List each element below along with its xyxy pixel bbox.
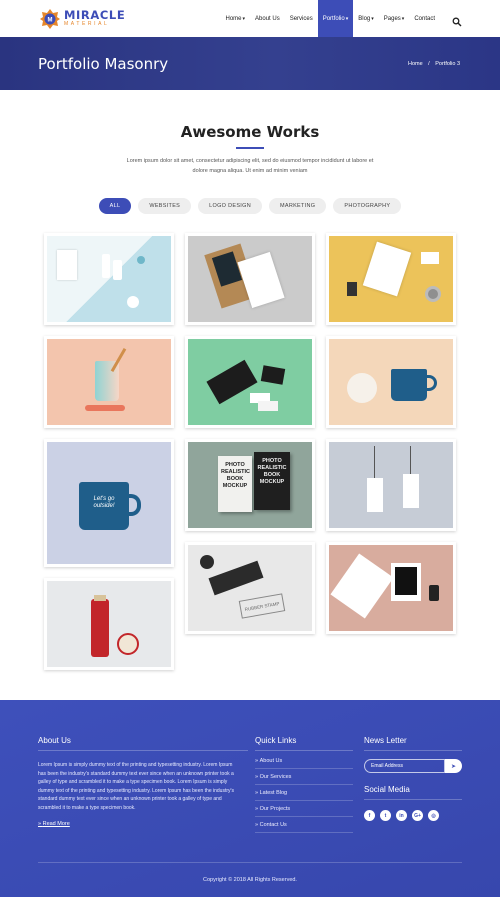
- portfolio-item-stationery-pink[interactable]: [326, 541, 456, 634]
- divider: [38, 750, 248, 751]
- portfolio-image: RUBBER STAMP: [188, 544, 312, 631]
- mug-text: Let's go outside!: [93, 495, 115, 509]
- copyright: Copyright © 2018 All Rights Reserved.: [38, 862, 462, 883]
- quick-link-projects[interactable]: » Our Projects: [255, 801, 353, 817]
- newsletter-form: Email Address ➤: [364, 759, 462, 773]
- divider: [255, 750, 353, 751]
- nav-pages[interactable]: Pages ▾: [379, 0, 410, 37]
- book-text: BOOK: [263, 471, 281, 478]
- book-text: REALISTIC: [221, 468, 251, 475]
- portfolio-item-yellow-stationery[interactable]: [326, 232, 456, 325]
- filter-all[interactable]: ALL: [98, 197, 132, 214]
- main-nav: Home ▾ About Us Services Portfolio ▾ Blog ▾…: [220, 0, 462, 37]
- portfolio-image: [188, 235, 312, 322]
- logo-title: MIRACLE: [64, 7, 126, 22]
- chevron-down-icon: ▾: [242, 15, 246, 22]
- footer-about-text: Lorem Ipsum is simply dummy text of the …: [38, 762, 234, 811]
- filter-marketing[interactable]: MARKETING: [268, 197, 327, 214]
- linkedin-icon[interactable]: in: [396, 810, 407, 821]
- nav-contact[interactable]: Contact: [409, 0, 440, 37]
- book-text: MOCKUP: [222, 482, 248, 489]
- chevron-down-icon: ▾: [371, 15, 374, 22]
- title-underline: [236, 147, 264, 149]
- section-title: Awesome Works: [180, 123, 320, 141]
- social-heading: Social Media: [364, 785, 410, 794]
- section-description: Lorem ipsum dolor sit amet, consectetur …: [126, 157, 374, 174]
- portfolio-item-rubber-stamp[interactable]: RUBBER STAMP: [185, 541, 315, 634]
- logo[interactable]: M MIRACLE MATERIAL: [40, 7, 126, 29]
- read-more-link[interactable]: » Read More: [38, 821, 248, 827]
- svg-text:M: M: [48, 17, 53, 23]
- filter-bar: ALL WEBSITES LOGO DESIGN MARKETING PHOTO…: [0, 197, 500, 214]
- portfolio-image: [47, 338, 171, 425]
- search-icon[interactable]: [452, 14, 462, 26]
- portfolio-image: [329, 441, 453, 528]
- social-links: f t in G+ ◎: [364, 810, 464, 821]
- filter-logo-design[interactable]: LOGO DESIGN: [198, 197, 262, 214]
- page-hero: Portfolio Masonry Home / Portfolio 3: [0, 37, 500, 90]
- page-title: Portfolio Masonry: [38, 54, 169, 73]
- portfolio-image: [47, 235, 171, 322]
- portfolio-item-blue-mug[interactable]: Let's go outside!: [44, 438, 174, 567]
- nav-services[interactable]: Services: [285, 0, 318, 37]
- breadcrumb-current: Portfolio 3: [435, 60, 460, 67]
- logo-icon: M: [40, 8, 60, 29]
- quick-link-services[interactable]: » Our Services: [255, 769, 353, 785]
- breadcrumb-home[interactable]: Home: [408, 61, 423, 67]
- footer-about: About Us Lorem Ipsum is simply dummy tex…: [38, 736, 248, 827]
- portfolio-grid: Let's go outside! PHOTO REALISTIC BOOK M…: [0, 232, 500, 673]
- divider: [364, 799, 462, 800]
- twitter-icon[interactable]: t: [380, 810, 391, 821]
- breadcrumb: Home / Portfolio 3: [406, 61, 462, 67]
- portfolio-image: [47, 580, 171, 667]
- instagram-icon[interactable]: ◎: [428, 810, 439, 821]
- footer-quick-heading: Quick Links: [255, 736, 297, 745]
- logo-subtitle: MATERIAL: [64, 21, 110, 28]
- portfolio-image: PHOTO REALISTIC BOOK MOCKUP PHOTO REALIS…: [188, 441, 312, 528]
- footer-newsletter: News Letter Email Address ➤ Social Media…: [364, 736, 464, 821]
- portfolio-item-mug-tape[interactable]: [326, 335, 456, 428]
- divider: [364, 750, 462, 751]
- portfolio-item-book[interactable]: PHOTO REALISTIC BOOK MOCKUP PHOTO REALIS…: [185, 438, 315, 531]
- footer-quick-links: Quick Links » About Us » Our Services » …: [255, 736, 355, 833]
- quick-link-blog[interactable]: » Latest Blog: [255, 785, 353, 801]
- quick-link-contact[interactable]: » Contact Us: [255, 817, 353, 833]
- book-text: BOOK: [226, 475, 244, 482]
- portfolio-image: [329, 338, 453, 425]
- footer-about-heading: About Us: [38, 736, 71, 745]
- portfolio-item-clipboard[interactable]: [185, 232, 315, 325]
- nav-about-us[interactable]: About Us: [250, 0, 285, 37]
- filter-websites[interactable]: WEBSITES: [138, 197, 192, 214]
- book-text: MOCKUP: [259, 478, 285, 485]
- chevron-down-icon: ▾: [401, 15, 405, 22]
- book-text: PHOTO: [225, 461, 245, 468]
- portfolio-image: [329, 235, 453, 322]
- email-input[interactable]: Email Address: [364, 759, 445, 773]
- google-plus-icon[interactable]: G+: [412, 810, 423, 821]
- quick-link-about-us[interactable]: » About Us: [255, 753, 353, 769]
- portfolio-item-tags[interactable]: [326, 438, 456, 531]
- nav-blog[interactable]: Blog ▾: [353, 0, 379, 37]
- portfolio-item-jar[interactable]: [44, 577, 174, 670]
- nav-portfolio[interactable]: Portfolio ▾: [317, 0, 354, 37]
- portfolio-image: [188, 338, 312, 425]
- facebook-icon[interactable]: f: [364, 810, 375, 821]
- book-text: REALISTIC: [257, 464, 287, 471]
- portfolio-image: [329, 544, 453, 631]
- chevron-down-icon: ▾: [345, 15, 349, 22]
- newsletter-heading: News Letter: [364, 736, 407, 745]
- nav-home[interactable]: Home ▾: [220, 0, 250, 37]
- breadcrumb-separator: /: [428, 60, 430, 67]
- portfolio-item-black-notebook[interactable]: [185, 335, 315, 428]
- site-footer: About Us Lorem Ipsum is simply dummy tex…: [0, 700, 500, 897]
- stamp-text: RUBBER STAMP: [238, 592, 286, 619]
- portfolio-image: Let's go outside!: [47, 441, 171, 564]
- book-text: PHOTO: [262, 457, 282, 464]
- portfolio-item-cup[interactable]: [44, 335, 174, 428]
- works-section: Awesome Works Lorem ipsum dolor sit amet…: [0, 90, 500, 673]
- portfolio-item-stationery-bottles[interactable]: [44, 232, 174, 325]
- send-icon[interactable]: ➤: [445, 759, 462, 773]
- filter-photography[interactable]: PHOTOGRAPHY: [333, 197, 402, 214]
- site-header: M MIRACLE MATERIAL Home ▾ About Us Servic…: [0, 0, 500, 37]
